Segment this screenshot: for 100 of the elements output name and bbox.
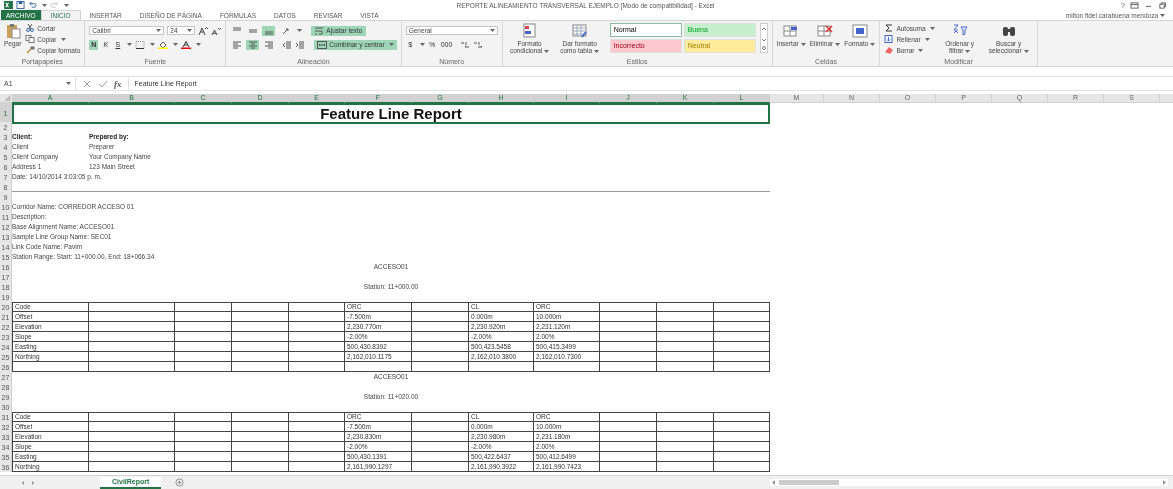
increase-indent-icon[interactable] bbox=[295, 40, 306, 49]
insert-cells-icon bbox=[783, 23, 800, 39]
check-icon[interactable] bbox=[98, 79, 108, 88]
table-cell bbox=[714, 332, 770, 342]
fill-down-icon bbox=[884, 35, 895, 43]
caret-icon bbox=[800, 43, 806, 46]
gallery-scroll-icon[interactable] bbox=[759, 23, 768, 53]
table-cell bbox=[657, 312, 714, 322]
align-left-button[interactable] bbox=[230, 39, 244, 50]
table-cell bbox=[289, 462, 345, 472]
caret-icon bbox=[924, 37, 930, 41]
table-cell bbox=[175, 412, 232, 422]
table-cell bbox=[412, 332, 469, 342]
eraser-icon bbox=[884, 46, 895, 54]
table-cell bbox=[175, 322, 232, 332]
decrease-decimal-icon[interactable] bbox=[473, 40, 484, 49]
table-cell bbox=[412, 362, 469, 372]
table-cell bbox=[714, 312, 770, 322]
table-cell bbox=[232, 432, 289, 442]
align-left-icon bbox=[231, 40, 242, 49]
next-sheet-icon[interactable] bbox=[30, 479, 36, 486]
save-icon[interactable] bbox=[16, 1, 25, 9]
table-cell bbox=[600, 362, 657, 372]
caret-icon bbox=[918, 48, 924, 52]
table-cell bbox=[232, 322, 289, 332]
caret-icon bbox=[870, 43, 876, 46]
table-cell bbox=[600, 412, 657, 422]
table-cell bbox=[657, 422, 714, 432]
table-cell bbox=[714, 422, 770, 432]
table-cell bbox=[232, 342, 289, 352]
table-cell bbox=[469, 362, 534, 372]
sigma-icon bbox=[884, 24, 895, 32]
caret-icon bbox=[60, 37, 66, 41]
insert-function-button[interactable]: fx bbox=[114, 78, 122, 89]
align-bottom-button[interactable] bbox=[262, 25, 276, 36]
table-cell bbox=[714, 342, 770, 352]
table-cell bbox=[657, 432, 714, 442]
caret-icon bbox=[64, 3, 69, 7]
table-cell bbox=[714, 442, 770, 452]
table-cell bbox=[412, 432, 469, 442]
sort-filter-icon bbox=[951, 23, 968, 39]
table-cell bbox=[657, 442, 714, 452]
caret-icon bbox=[489, 29, 495, 32]
table-cell bbox=[289, 312, 345, 322]
center-button[interactable] bbox=[246, 39, 260, 50]
table-cell bbox=[175, 342, 232, 352]
table-cell bbox=[714, 462, 770, 472]
align-right-icon bbox=[263, 40, 274, 49]
cancel-icon[interactable] bbox=[82, 79, 92, 88]
redo-icon[interactable] bbox=[50, 1, 59, 9]
table-cell bbox=[175, 432, 232, 442]
table-cell bbox=[412, 462, 469, 472]
table-cell bbox=[600, 462, 657, 472]
table-cell bbox=[657, 352, 714, 362]
fill-color-icon[interactable] bbox=[158, 40, 169, 49]
table-cell bbox=[600, 312, 657, 322]
caret-icon bbox=[835, 43, 841, 46]
borders-icon[interactable] bbox=[135, 40, 146, 49]
table-cell bbox=[289, 302, 345, 312]
table-cell bbox=[232, 332, 289, 342]
table-cell bbox=[175, 302, 232, 312]
shrink-font-icon[interactable] bbox=[211, 26, 222, 35]
grow-font-icon[interactable] bbox=[198, 26, 209, 35]
caret-icon bbox=[66, 82, 71, 85]
table-cell bbox=[714, 352, 770, 362]
restore-icon[interactable] bbox=[1158, 1, 1167, 9]
table-cell bbox=[600, 332, 657, 342]
horizontal-scrollbar[interactable] bbox=[769, 478, 1169, 487]
table-cell bbox=[345, 362, 412, 372]
font-color-icon[interactable] bbox=[181, 40, 192, 49]
caret-icon bbox=[187, 29, 193, 32]
add-sheet-icon[interactable] bbox=[175, 478, 185, 487]
conditional-format-icon bbox=[521, 23, 538, 39]
table-cell bbox=[412, 302, 469, 312]
table-cell bbox=[657, 302, 714, 312]
caret-icon bbox=[544, 50, 550, 53]
table-cell bbox=[289, 332, 345, 342]
merge-icon bbox=[317, 40, 328, 49]
increase-decimal-icon[interactable] bbox=[460, 40, 471, 49]
align-center-icon bbox=[247, 40, 258, 49]
caret-icon bbox=[156, 29, 162, 32]
table-cell bbox=[657, 462, 714, 472]
table-cell bbox=[714, 362, 770, 372]
ribbon-display-icon[interactable] bbox=[1130, 1, 1139, 9]
table-cell bbox=[412, 412, 469, 422]
caret-icon bbox=[173, 43, 179, 46]
caret-icon bbox=[150, 43, 156, 46]
table-cell bbox=[175, 312, 232, 322]
caret-icon bbox=[42, 3, 47, 7]
table-cell bbox=[657, 322, 714, 332]
align-right-button[interactable] bbox=[262, 39, 276, 50]
table-cell bbox=[657, 332, 714, 342]
table-cell bbox=[412, 352, 469, 362]
previous-sheet-icon[interactable] bbox=[20, 479, 26, 486]
decrease-indent-icon[interactable] bbox=[282, 40, 293, 49]
table-cell bbox=[232, 302, 289, 312]
undo-icon[interactable] bbox=[28, 1, 37, 9]
table-cell bbox=[412, 422, 469, 432]
table-cell bbox=[714, 432, 770, 442]
excel-logo-icon[interactable] bbox=[4, 1, 13, 9]
